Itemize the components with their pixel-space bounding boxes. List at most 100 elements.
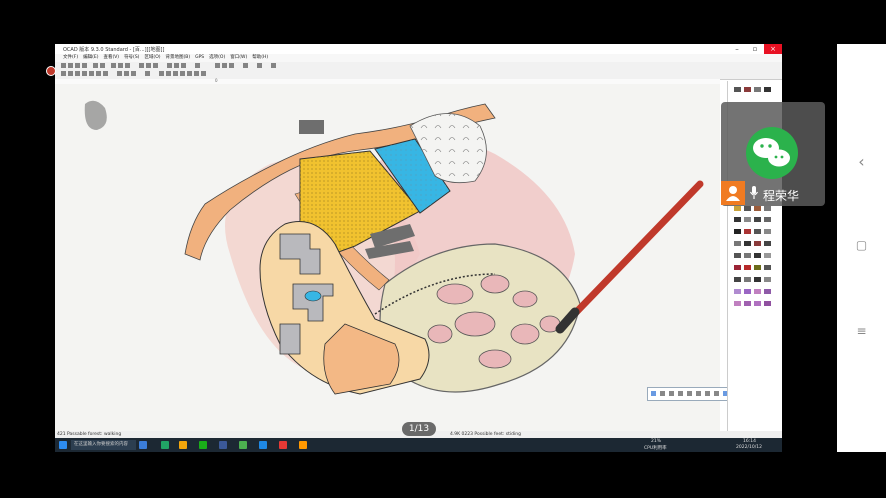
ellipse-tool-icon[interactable] [678, 391, 683, 396]
symbol-item[interactable] [754, 253, 761, 258]
curve-tool-icon[interactable] [669, 391, 674, 396]
gps-icon[interactable] [243, 63, 248, 68]
menu-edit[interactable]: 编辑(E) [83, 55, 98, 60]
save-icon[interactable] [75, 63, 80, 68]
print-icon[interactable] [82, 63, 87, 68]
text-icon[interactable] [201, 71, 206, 76]
line-tool-icon[interactable] [687, 391, 692, 396]
node-add-icon[interactable] [159, 71, 164, 76]
symbol-item[interactable] [734, 87, 741, 92]
fill-icon[interactable] [145, 71, 150, 76]
pointer-icon[interactable] [61, 71, 66, 76]
symbol-item[interactable] [744, 301, 751, 306]
menu-gps[interactable]: GPS [195, 55, 204, 60]
folder-icon[interactable] [179, 441, 187, 449]
menu-view[interactable]: 查看(V) [103, 55, 119, 60]
close-button[interactable]: × [764, 44, 782, 54]
recents-icon[interactable]: ≡ [837, 324, 886, 338]
menu-object[interactable]: 区域(O) [144, 55, 160, 60]
symbol-item[interactable] [754, 301, 761, 306]
menu-background[interactable]: 背景地图(B) [166, 55, 191, 60]
symbol-item[interactable] [744, 253, 751, 258]
app-icon[interactable] [219, 441, 227, 449]
curve-icon[interactable] [68, 71, 73, 76]
join-icon[interactable] [124, 71, 129, 76]
node-delete-icon[interactable] [166, 71, 171, 76]
taskbar-search-box[interactable]: 在这里输入你要搜索的内容 [71, 440, 136, 450]
symbol-item[interactable] [754, 277, 761, 282]
menu-symbol[interactable]: 符号(S) [124, 55, 139, 60]
symbol-item[interactable] [754, 229, 761, 234]
rotate-icon[interactable] [181, 63, 186, 68]
symbol-item[interactable] [734, 277, 741, 282]
symbol-item[interactable] [744, 229, 751, 234]
ocad-taskbar-icon[interactable] [239, 441, 247, 449]
layers-icon[interactable] [222, 63, 227, 68]
chrome-icon[interactable] [299, 441, 307, 449]
map-canvas[interactable] [55, 84, 720, 439]
maximize-button[interactable]: ▫ [746, 44, 764, 54]
symbol-item[interactable] [744, 206, 751, 211]
symbol-item[interactable] [744, 217, 751, 222]
straight-line-icon[interactable] [96, 71, 101, 76]
symbol-item[interactable] [764, 217, 771, 222]
settings-icon[interactable] [257, 63, 262, 68]
open-icon[interactable] [68, 63, 73, 68]
windows-start-icon[interactable] [59, 441, 67, 449]
grid-icon[interactable] [229, 63, 234, 68]
minimize-button[interactable]: – [728, 44, 746, 54]
scissors-tool-icon[interactable] [696, 391, 701, 396]
symbol-item[interactable] [734, 253, 741, 258]
background-icon[interactable] [215, 63, 220, 68]
freehand-icon[interactable] [103, 71, 108, 76]
measure-icon[interactable] [195, 63, 200, 68]
scissors-icon[interactable] [117, 71, 122, 76]
symbol-item[interactable] [754, 87, 761, 92]
symbol-item[interactable] [734, 289, 741, 294]
symbol-item[interactable] [764, 277, 771, 282]
select-icon[interactable] [167, 63, 172, 68]
menu-file[interactable]: 文件(F) [63, 55, 78, 60]
fill-tool-icon[interactable] [714, 391, 719, 396]
pen-icon[interactable] [187, 71, 192, 76]
wechat-taskbar-icon[interactable] [199, 441, 207, 449]
symbol-item[interactable] [754, 241, 761, 246]
cross-icon[interactable] [660, 391, 665, 396]
excel-icon[interactable] [161, 441, 169, 449]
app-icon[interactable] [279, 441, 287, 449]
edge-browser-icon[interactable] [139, 441, 147, 449]
symbol-item[interactable] [764, 253, 771, 258]
symbol-item[interactable] [764, 265, 771, 270]
help-icon[interactable] [271, 63, 276, 68]
symbol-item[interactable] [764, 206, 771, 211]
zoom-out-icon[interactable] [146, 63, 151, 68]
zoom-in-icon[interactable] [139, 63, 144, 68]
corner-icon[interactable] [173, 71, 178, 76]
cut-icon[interactable] [111, 63, 116, 68]
new-icon[interactable] [61, 63, 66, 68]
symbol-item[interactable] [764, 229, 771, 234]
menu-options[interactable]: 选项(O) [209, 55, 225, 60]
symbol-item[interactable] [734, 217, 741, 222]
pan-icon[interactable] [153, 63, 158, 68]
symbol-item[interactable] [764, 87, 771, 92]
symbol-item[interactable] [744, 289, 751, 294]
symbol-item[interactable] [734, 265, 741, 270]
symbol-item[interactable] [744, 241, 751, 246]
symbol-item[interactable] [754, 217, 761, 222]
symbol-item[interactable] [744, 265, 751, 270]
symbol-item[interactable] [734, 229, 741, 234]
symbol-item[interactable] [754, 265, 761, 270]
arrow-icon[interactable] [194, 71, 199, 76]
menu-window[interactable]: 窗口(W) [230, 55, 247, 60]
rectangle-icon[interactable] [89, 71, 94, 76]
symbol-item[interactable] [744, 87, 751, 92]
wechat-call-overlay[interactable]: 程荣华 [721, 102, 825, 206]
reverse-icon[interactable] [131, 71, 136, 76]
undo-icon[interactable] [93, 63, 98, 68]
redo-icon[interactable] [100, 63, 105, 68]
symbol-item[interactable] [754, 289, 761, 294]
menu-help[interactable]: 帮助(H) [252, 55, 268, 60]
layer-icon[interactable] [651, 391, 656, 396]
symbol-item[interactable] [734, 301, 741, 306]
